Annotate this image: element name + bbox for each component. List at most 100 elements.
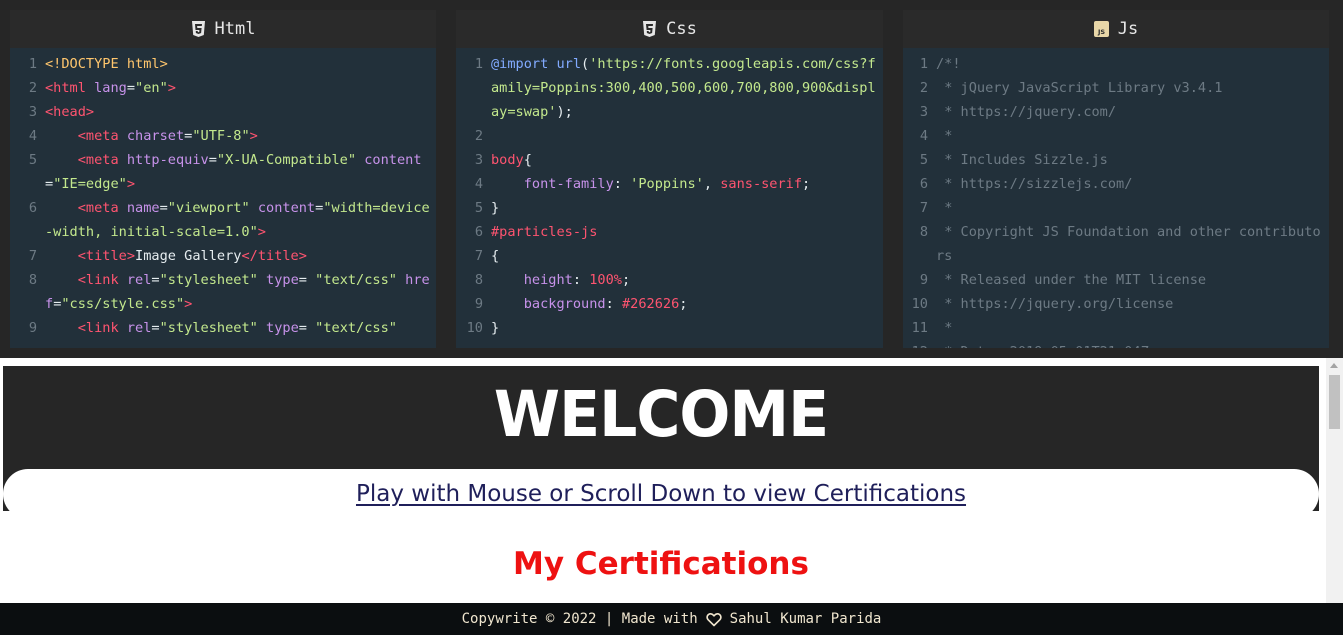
scroll-thumb[interactable] [1329, 375, 1340, 429]
code-token: > [249, 128, 258, 144]
line-number: 7 [919, 200, 928, 216]
code-token: content [364, 152, 422, 168]
css-code-area[interactable]: 1 @import url('https://fonts.googleapis.c… [456, 48, 883, 340]
code-line[interactable]: 5 * Includes Sizzle.js [903, 148, 1329, 172]
code-token: type [266, 272, 299, 288]
code-text: { [491, 244, 883, 268]
line-number: 9 [474, 296, 483, 312]
code-line[interactable]: 1 /*! [903, 52, 1329, 76]
code-line[interactable]: 2 * jQuery JavaScript Library v3.4.1 [903, 76, 1329, 100]
code-line[interactable]: 9 * Released under the MIT license [903, 268, 1329, 292]
code-token: "text/css" [315, 320, 397, 336]
code-token: ); [556, 104, 573, 120]
code-token: #262626 [621, 296, 680, 312]
code-token: * Includes Sizzle.js [936, 152, 1108, 168]
scroll-down-link[interactable]: Play with Mouse or Scroll Down to view C… [356, 481, 966, 507]
html-code-area[interactable]: 1 <!DOCTYPE html> 2 <html lang="en"> 3 <head>… [10, 48, 436, 340]
code-token: } [491, 200, 500, 216]
code-line[interactable]: 5} [456, 196, 883, 220]
code-token: ; [802, 176, 811, 192]
code-text: <meta charset="UTF-8"> [45, 124, 436, 148]
footer-author: Sahul Kumar Parida [729, 611, 882, 627]
code-token: name [126, 200, 160, 216]
code-token: <meta [77, 200, 127, 216]
code-line[interactable]: 6 * https://sizzlejs.com/ [903, 172, 1329, 196]
code-line[interactable]: 4 <meta charset="UTF-8"> [10, 124, 436, 148]
code-token: { [491, 248, 500, 264]
code-token: = [208, 152, 217, 168]
code-token: "text/css" [315, 272, 397, 288]
code-text: * [936, 316, 1329, 340]
code-line[interactable]: 1 @import url('https://fonts.googleapis.c… [456, 52, 883, 124]
css-editor-panel[interactable]: Css 1 @import url('https://fonts.googleap… [456, 10, 883, 348]
js-editor-panel[interactable]: JS Js 1 /*! 2 * jQuery JavaScript Library … [903, 10, 1329, 348]
code-line[interactable]: 10 * https://jquery.org/license [903, 292, 1329, 316]
code-token: Image Gallery [135, 248, 242, 264]
code-token: "en" [135, 80, 168, 96]
css-panel-title: Css [666, 19, 697, 39]
code-line[interactable]: 1 <!DOCTYPE html> [10, 52, 436, 76]
code-line[interactable]: 2 [456, 124, 883, 148]
code-token: = [298, 320, 316, 336]
html-editor-panel[interactable]: Html 1 <!DOCTYPE html> 2 <html lang="en"> 3 <… [10, 10, 436, 348]
line-number: 5 [474, 200, 483, 216]
code-line[interactable]: 2 <html lang="en"> [10, 76, 436, 100]
code-line[interactable]: 8 height: 100%; [456, 268, 883, 292]
code-line[interactable]: 3 <head> [10, 100, 436, 124]
code-text: * Copyright JS Foundation and other cont… [936, 220, 1329, 268]
code-token: <head> [45, 104, 95, 120]
code-line[interactable]: 7{ [456, 244, 883, 268]
code-token: "css/style.css" [61, 296, 185, 312]
line-number: 8 [474, 272, 483, 288]
line-number: 1 [474, 56, 483, 72]
code-token: * [936, 320, 953, 336]
code-line[interactable]: 4 font-family: 'Poppins', sans-serif; [456, 172, 883, 196]
code-line[interactable]: 6 #particles-js [456, 220, 883, 244]
line-number: 7 [28, 248, 37, 264]
line-number: 1 [28, 56, 37, 72]
html5-icon [191, 20, 206, 38]
code-token: * jQuery JavaScript Library v3.4.1 [936, 80, 1223, 96]
code-line[interactable]: 7 <title>Image Gallery</title> [10, 244, 436, 268]
code-line[interactable]: 3 body{ [456, 148, 883, 172]
code-token: "stylesheet" [159, 272, 258, 288]
code-line[interactable]: 12 * Date: 2019-05-01T21:04Z [903, 340, 1329, 348]
particles-hero[interactable]: WELCOME Play with Mouse or Scroll Down t… [3, 366, 1319, 519]
code-line[interactable]: 8 <link rel="stylesheet" type= "text/css… [10, 268, 436, 316]
line-number: 8 [919, 224, 928, 240]
line-number: 4 [474, 176, 483, 192]
code-line[interactable]: 5 <meta http-equiv="X-UA-Compatible" con… [10, 148, 436, 196]
code-line[interactable]: 9 background: #262626; [456, 292, 883, 316]
code-line[interactable]: 11 * [903, 316, 1329, 340]
code-line[interactable]: 8 * Copyright JS Foundation and other co… [903, 220, 1329, 268]
code-token: = [151, 320, 160, 336]
code-line[interactable]: 9 <link rel="stylesheet" type= "text/css… [10, 316, 436, 340]
code-token: charset [126, 128, 185, 144]
code-token: : [572, 272, 590, 288]
scroll-up-arrow-icon[interactable] [1330, 363, 1338, 368]
certifications-heading: My Certifications [513, 546, 809, 582]
code-line[interactable]: 10} [456, 316, 883, 340]
output-preview[interactable]: WELCOME Play with Mouse or Scroll Down t… [0, 358, 1343, 635]
code-text: } [491, 196, 883, 220]
code-line[interactable]: 7 * [903, 196, 1329, 220]
code-token: * https://jquery.com/ [936, 104, 1117, 120]
line-number: 4 [919, 128, 928, 144]
code-line[interactable]: 4 * [903, 124, 1329, 148]
code-line[interactable]: 6 <meta name="viewport" content="width=d… [10, 196, 436, 244]
js-code-area[interactable]: 1 /*! 2 * jQuery JavaScript Library v3.4.1… [903, 48, 1329, 348]
code-token: ; [679, 296, 688, 312]
code-token: > [167, 80, 176, 96]
code-token: * https://sizzlejs.com/ [936, 176, 1133, 192]
preview-scrollbar[interactable] [1326, 358, 1343, 635]
code-text: <link rel="stylesheet" type= "text/css" [45, 316, 436, 340]
code-line[interactable]: 3 * https://jquery.com/ [903, 100, 1329, 124]
